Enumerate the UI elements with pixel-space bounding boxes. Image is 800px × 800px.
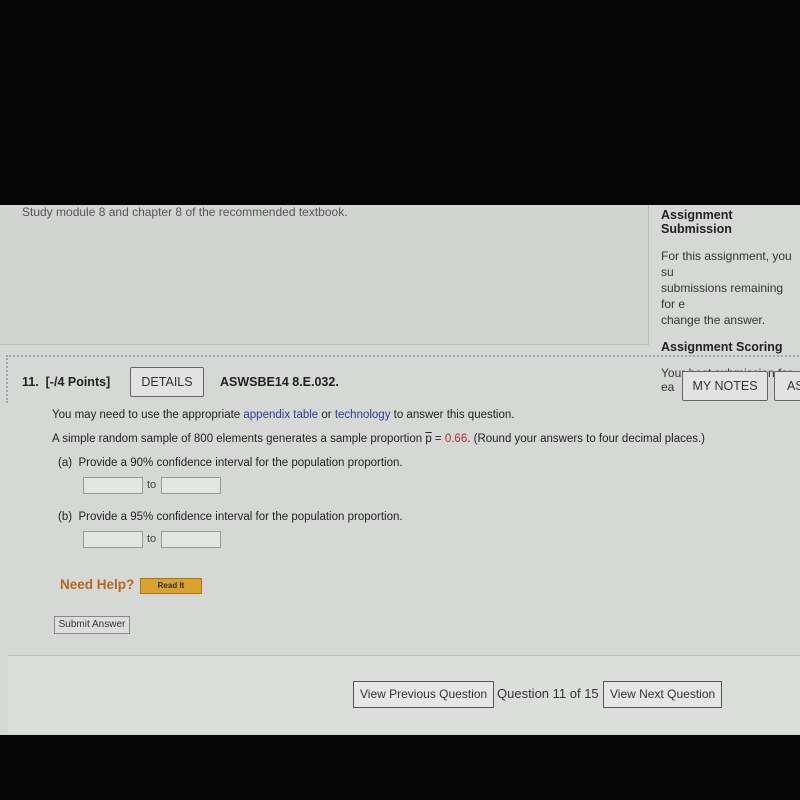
- submission-text: For this assignment, you su submissions …: [661, 248, 800, 328]
- screen: Study module 8 and chapter 8 of the reco…: [0, 205, 800, 735]
- part-text: Provide a 95% confidence interval for th…: [78, 511, 403, 523]
- submission-line: submissions remaining for e: [661, 281, 784, 311]
- to-label: to: [147, 533, 157, 545]
- part-b-upper-input[interactable]: [161, 531, 221, 548]
- part-b-lower-input[interactable]: [83, 531, 143, 548]
- question-points: 11. [-/4 Points]: [22, 375, 110, 389]
- question-position: Question 11 of 15: [497, 686, 599, 701]
- question-stem: A simple random sample of 800 elements g…: [52, 433, 705, 445]
- need-help-label: Need Help?: [60, 577, 135, 592]
- submission-line: For this assignment, you su: [661, 249, 792, 279]
- question-number: 11.: [22, 375, 39, 389]
- part-label: (a): [58, 457, 73, 469]
- scoring-heading: Assignment Scoring: [661, 340, 783, 354]
- intro-text: Study module 8 and chapter 8 of the reco…: [22, 205, 348, 219]
- note-text: or: [318, 409, 335, 421]
- assignment-info-panel: Assignment Submission For this assignmen…: [648, 205, 800, 394]
- technology-link[interactable]: technology: [335, 409, 391, 421]
- part-a: (a) Provide a 90% confidence interval fo…: [58, 457, 403, 469]
- stem-text: A simple random sample of 800 elements g…: [52, 433, 426, 445]
- p-value: 0.66: [444, 433, 468, 445]
- question-code: ASWSBE14 8.E.032.: [220, 375, 339, 389]
- read-it-button[interactable]: Read It: [140, 578, 202, 594]
- question-header: 11. [-/4 Points] DETAILS ASWSBE14 8.E.03…: [6, 355, 800, 403]
- question-body: You may need to use the appropriate appe…: [44, 405, 800, 645]
- my-notes-button[interactable]: MY NOTES: [682, 371, 768, 401]
- details-button[interactable]: DETAILS: [130, 367, 204, 397]
- stem-text: . (Round your answers to four decimal pl…: [467, 433, 706, 445]
- question-navigation: View Previous Question Question 11 of 15…: [8, 655, 800, 733]
- submission-line: change the answer.: [661, 313, 766, 327]
- ask-button[interactable]: AS: [774, 371, 800, 401]
- view-next-question-button[interactable]: View Next Question: [603, 681, 723, 708]
- submission-heading: Assignment Submission: [661, 208, 733, 236]
- view-previous-question-button[interactable]: View Previous Question: [353, 681, 495, 708]
- note: You may need to use the appropriate appe…: [52, 409, 514, 421]
- to-label: to: [147, 479, 157, 491]
- part-text: Provide a 90% confidence interval for th…: [78, 457, 403, 469]
- submit-answer-button[interactable]: Submit Answer: [54, 616, 130, 634]
- points: [-/4 Points]: [45, 375, 111, 389]
- part-label: (b): [58, 511, 73, 523]
- stem-text: =: [431, 433, 445, 445]
- note-text: to answer this question.: [390, 409, 515, 421]
- appendix-table-link[interactable]: appendix table: [243, 409, 318, 421]
- part-a-upper-input[interactable]: [161, 477, 221, 494]
- note-text: You may need to use the appropriate: [52, 409, 244, 421]
- part-a-lower-input[interactable]: [83, 477, 143, 494]
- part-b: (b) Provide a 95% confidence interval fo…: [58, 511, 403, 523]
- intro-panel: Study module 8 and chapter 8 of the reco…: [0, 205, 648, 345]
